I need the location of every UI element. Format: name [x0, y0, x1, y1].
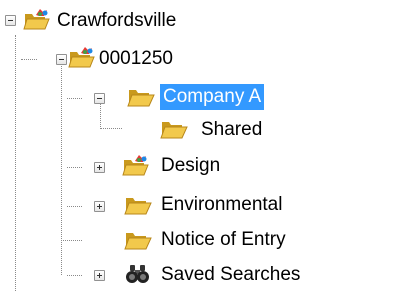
- tree-node-label[interactable]: Crawfordsville: [54, 8, 179, 34]
- folder-icon: [124, 194, 152, 221]
- tree-line: [100, 128, 122, 129]
- tree-node-label[interactable]: Shared: [198, 117, 265, 143]
- expand-toggle[interactable]: [94, 270, 105, 281]
- tree-node-label-selected[interactable]: Company A: [160, 84, 265, 110]
- folder-tree: Crawfordsville 0001250 Company A Shared: [0, 0, 404, 291]
- tree-line: [100, 104, 101, 127]
- folder-icon: [124, 229, 152, 256]
- tree-line: [61, 240, 82, 241]
- collapse-toggle[interactable]: [5, 15, 16, 26]
- tree-line: [67, 98, 82, 99]
- location-folder-icon: [68, 47, 96, 74]
- tree-node-label[interactable]: 0001250: [96, 46, 176, 72]
- tree-line: [67, 167, 82, 168]
- tree-node-label[interactable]: Saved Searches: [158, 262, 303, 288]
- tree-node-label[interactable]: Environmental: [158, 192, 285, 218]
- expand-toggle[interactable]: [94, 162, 105, 173]
- tree-node-label[interactable]: Notice of Entry: [158, 227, 289, 253]
- tree-line: [21, 59, 37, 60]
- location-folder-icon: [23, 9, 51, 36]
- tree-line: [67, 275, 82, 276]
- open-folder-icon: [160, 118, 188, 145]
- expand-toggle[interactable]: [94, 201, 105, 212]
- location-folder-icon: [122, 155, 150, 182]
- collapse-toggle[interactable]: [94, 93, 105, 104]
- collapse-toggle[interactable]: [56, 54, 67, 65]
- tree-line: [15, 35, 16, 291]
- tree-line: [61, 66, 62, 275]
- tree-node-label[interactable]: Design: [158, 153, 223, 179]
- binoculars-icon: [125, 264, 151, 289]
- open-folder-icon: [127, 86, 155, 113]
- tree-line: [67, 206, 82, 207]
